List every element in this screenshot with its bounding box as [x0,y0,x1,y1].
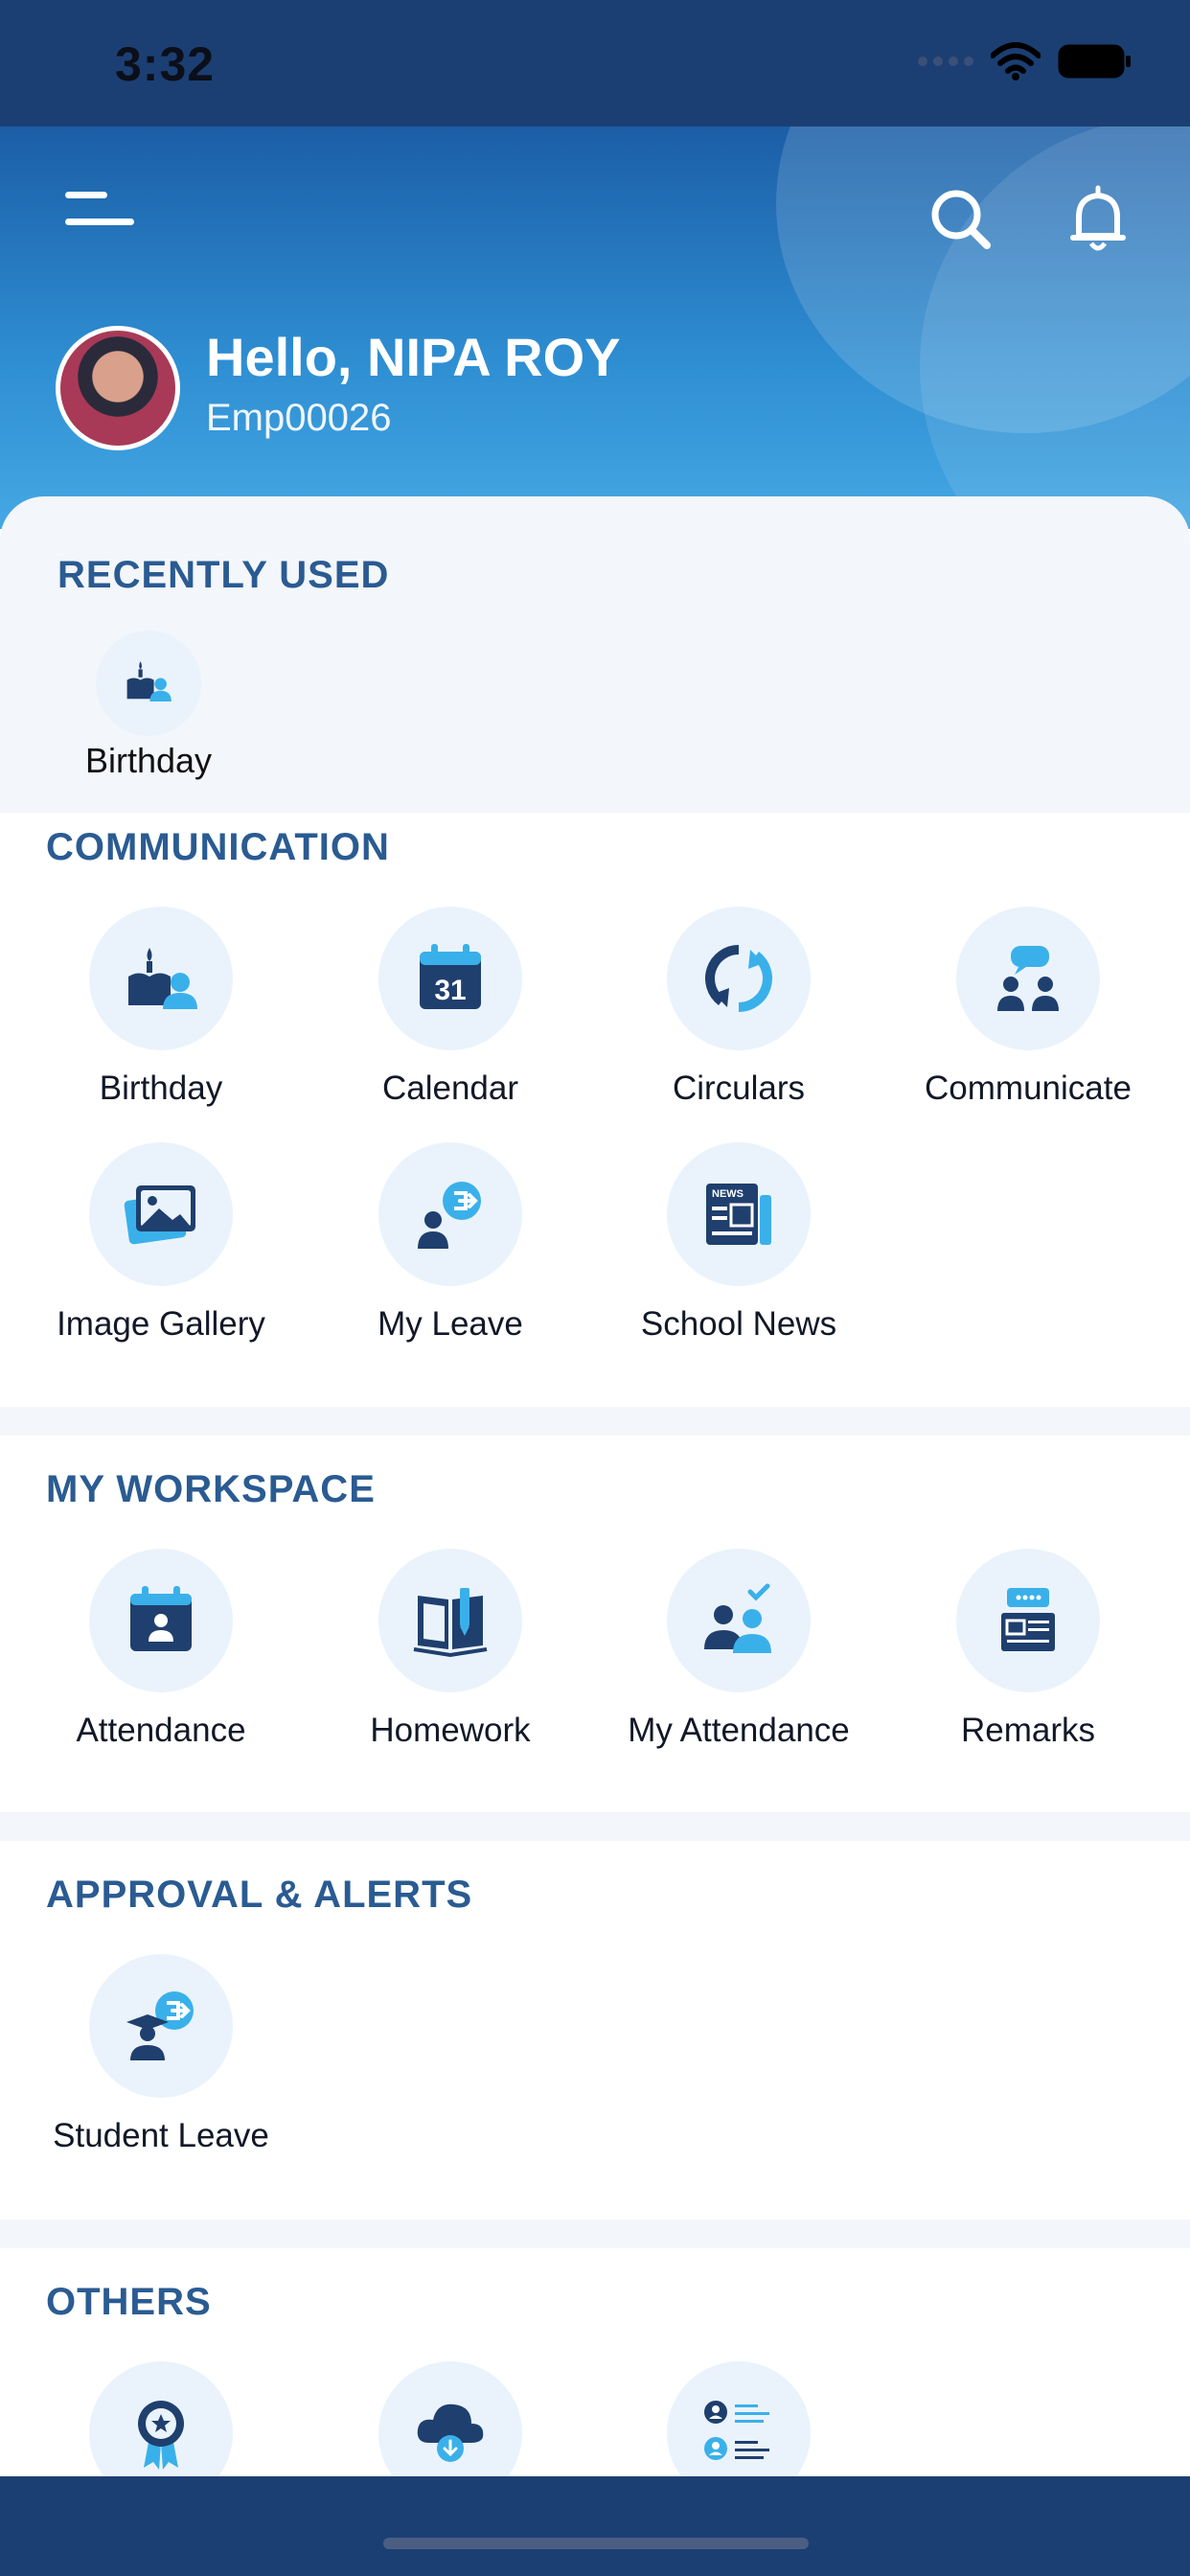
bottom-bar [0,2476,1190,2576]
notification-bell-icon[interactable] [1060,182,1136,259]
tile-label: My Leave [378,1305,523,1343]
leave-exit-icon [418,1182,481,1249]
battery-icon [1058,44,1131,79]
calendar-day: 31 [434,975,466,1006]
tile-label: Birthday [99,1070,223,1107]
approvals-section: APPROVAL & ALERTS Student Leave [0,1841,1190,2220]
cellular-signal-icon [918,57,973,66]
status-indicators [918,42,1133,80]
tile-my-leave[interactable]: My Leave [307,1142,594,1363]
birthday-cake-icon [128,948,197,1009]
section-separator [0,1812,1190,1841]
communication-title: COMMUNICATION [46,826,390,868]
tile-student-leave[interactable]: Student Leave [17,1954,305,2174]
section-separator [0,2220,1190,2248]
student-leave-icon [126,1991,194,2060]
recent-item-label: Birthday [84,741,213,780]
workspace-section: MY WORKSPACE Attendance Homework My Atte… [0,1436,1190,1812]
tile-my-attendance[interactable]: My Attendance [595,1549,882,1769]
tile-label: Homework [370,1712,531,1749]
tile-image-gallery[interactable]: Image Gallery [17,1142,305,1363]
recently-used-panel: RECENTLY USED Birthday [0,496,1190,813]
tile-label: My Attendance [628,1712,850,1749]
tile-label: School News [640,1305,837,1343]
cloud-download-icon [417,2404,484,2462]
recent-item-birthday[interactable] [96,631,201,736]
refresh-arrows-icon [705,945,772,1012]
others-section: OTHERS [0,2248,1190,2476]
newspaper-icon: NEWS [706,1184,771,1245]
status-time: 3:32 [115,37,216,91]
tile-label: Remarks [960,1712,1096,1749]
recently-used-title: RECENTLY USED [57,554,390,596]
tile-others-award[interactable] [17,2361,305,2476]
chat-people-icon [997,946,1059,1011]
tile-attendance[interactable]: Attendance [17,1549,305,1769]
remarks-board-icon [1001,1588,1055,1651]
tile-others-download[interactable] [307,2361,594,2476]
tile-label: Student Leave [53,2117,269,2154]
tile-calendar[interactable]: 31 Calendar [307,907,594,1127]
tile-homework[interactable]: Homework [307,1549,594,1769]
tile-circulars[interactable]: Circulars [595,907,882,1127]
avatar[interactable] [56,326,180,450]
news-badge: NEWS [712,1188,744,1200]
profile-list-icon [704,2401,769,2460]
status-bar: 3:32 [0,0,1190,126]
greeting-title: Hello, NIPA ROY [206,327,621,387]
menu-icon[interactable] [65,192,142,249]
others-title: OTHERS [46,2281,212,2323]
birthday-cake-icon [126,661,172,702]
section-separator [0,1407,1190,1436]
wifi-icon [991,42,1041,80]
award-badge-icon [138,2401,184,2470]
tile-remarks[interactable]: Remarks [884,1549,1172,1769]
workspace-title: MY WORKSPACE [46,1468,376,1510]
attendance-calendar-icon [130,1586,192,1651]
search-icon[interactable] [924,182,1000,259]
homework-book-icon [413,1588,488,1658]
image-gallery-icon [124,1185,195,1245]
tile-school-news[interactable]: NEWS School News [595,1142,882,1363]
approvals-title: APPROVAL & ALERTS [46,1874,473,1916]
tile-label: Image Gallery [57,1305,265,1343]
home-indicator[interactable] [383,2538,809,2549]
employee-id: Emp00026 [206,397,392,439]
tile-communicate[interactable]: Communicate [884,907,1172,1127]
calendar-icon: 31 [420,944,481,1009]
group-check-icon [704,1583,771,1653]
communication-section: COMMUNICATION Birthday 31 Calendar Circu… [0,813,1190,1407]
tile-label: Circulars [672,1070,806,1107]
tile-label: Attendance [76,1712,246,1749]
tile-others-profile-list[interactable] [595,2361,882,2476]
tile-label: Communicate [925,1070,1132,1107]
tile-label: Calendar [381,1070,519,1107]
tile-birthday[interactable]: Birthday [17,907,305,1127]
